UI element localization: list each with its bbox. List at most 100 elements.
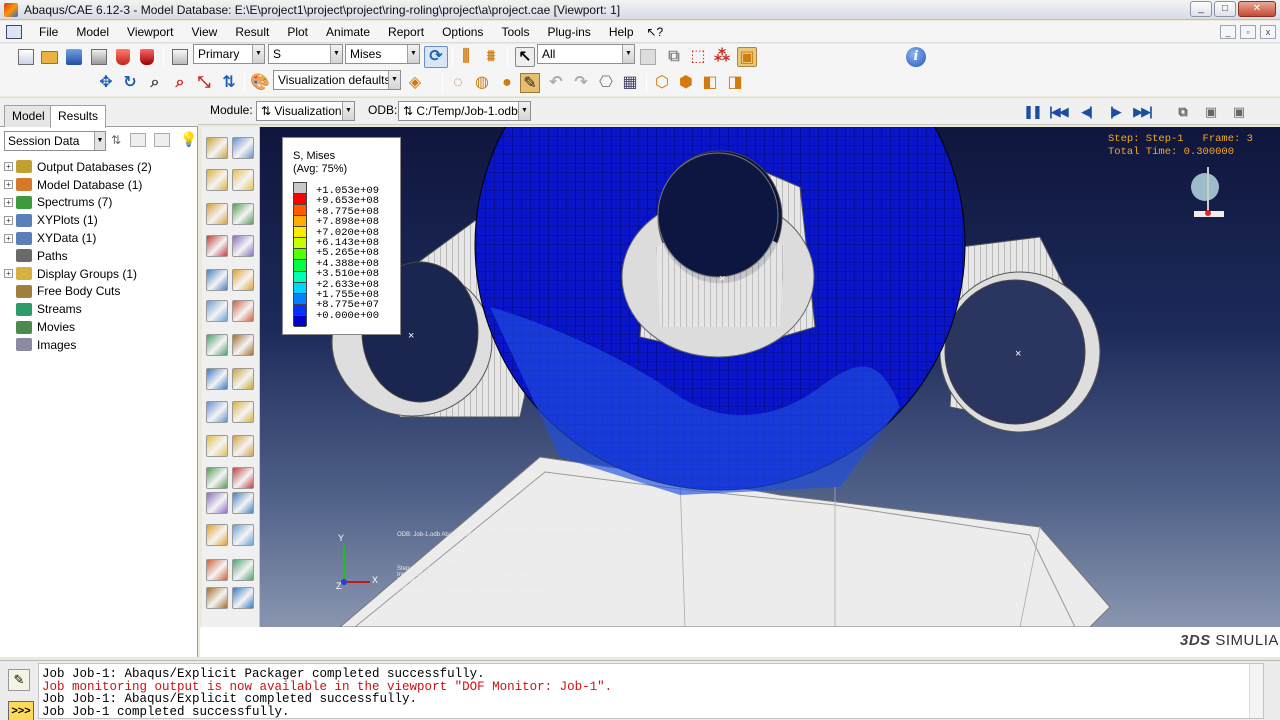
message-log[interactable]: Job Job-1: Abaqus/Explicit Packager comp… [38, 663, 1264, 719]
toolbox-tool-icon[interactable] [206, 203, 228, 225]
minimize-button[interactable]: _ [1190, 1, 1212, 17]
session-data-select[interactable]: Session Data ▼ [4, 131, 106, 151]
toolbox-tool-icon[interactable] [232, 300, 254, 322]
toolbox-tool-icon[interactable] [232, 401, 254, 423]
selection-filter-select[interactable]: All ▼ [537, 44, 635, 64]
abaqus-app-icon[interactable] [4, 2, 18, 17]
camera-icon[interactable]: ⎔ [596, 73, 616, 93]
variable-select[interactable]: S ▼ [268, 44, 343, 64]
menu-report[interactable]: Report [379, 25, 433, 39]
tree-item[interactable]: Images [4, 336, 194, 354]
field-output-icon[interactable] [170, 47, 190, 67]
open-folder-icon[interactable] [40, 47, 60, 67]
node-select-icon[interactable]: ⁂ [712, 47, 732, 67]
mdi-minimize-button[interactable]: _ [1220, 25, 1236, 39]
chevron-down-icon[interactable]: ▼ [407, 45, 419, 63]
box-select-icon[interactable]: ⬚ [688, 47, 708, 67]
selection-options-icon[interactable] [638, 47, 658, 67]
tree-item[interactable]: + Spectrums (7) [4, 194, 194, 212]
box-tool-icon[interactable]: ▣ [737, 47, 757, 67]
tab-model[interactable]: Model [4, 105, 53, 127]
toolbox-tool-icon[interactable] [206, 559, 228, 581]
print-icon[interactable] [89, 47, 109, 67]
odb-select[interactable]: ⇅ C:/Temp/Job-1.odb ▼ [398, 101, 531, 121]
display-group-icon[interactable]: ⧉ [664, 47, 684, 67]
box-zoom-icon[interactable]: ⌕ [170, 73, 190, 93]
toolbox-tool-icon[interactable] [232, 334, 254, 356]
toolbox-tool-icon[interactable] [206, 269, 228, 291]
mdi-close-button[interactable]: x [1260, 25, 1276, 39]
tree-item[interactable]: Paths [4, 247, 194, 265]
toolbox-tool-icon[interactable] [206, 467, 228, 489]
toolbox-tool-icon[interactable] [206, 587, 228, 609]
toolbox-tool-icon[interactable] [206, 401, 228, 423]
export-image-icon[interactable] [113, 47, 133, 67]
chevron-down-icon[interactable]: ▼ [388, 71, 400, 89]
toolbox-tool-icon[interactable] [206, 368, 228, 390]
toolbox-tool-icon[interactable] [206, 235, 228, 257]
side-view-icon[interactable]: ◨ [725, 73, 745, 93]
expand-icon[interactable]: + [4, 215, 13, 225]
toolbox-tool-icon[interactable] [232, 235, 254, 257]
menu-plug-ins[interactable]: Plug-ins [538, 25, 599, 39]
top-view-icon[interactable]: ◧ [700, 73, 720, 93]
mdi-restore-button[interactable]: ▫ [1240, 25, 1256, 39]
last-frame-icon[interactable]: ▶▶| [1132, 102, 1153, 122]
kernel-cli-tab-button[interactable]: >>> [8, 701, 34, 720]
tree-item[interactable]: + Display Groups (1) [4, 265, 194, 283]
shaded-icon[interactable]: ● [497, 73, 517, 93]
rotate-icon[interactable]: ↻ [120, 73, 140, 93]
menu-help[interactable]: Help [600, 25, 643, 39]
wireframe-icon[interactable]: ◌ [448, 73, 468, 93]
next-frame-icon[interactable]: |▶ [1105, 102, 1125, 122]
toolbox-tool-icon[interactable] [232, 137, 254, 159]
maximize-button[interactable]: □ [1214, 1, 1236, 17]
toolbox-tool-icon[interactable] [232, 587, 254, 609]
expand-icon[interactable]: + [4, 269, 13, 279]
info-icon[interactable]: i [906, 47, 926, 67]
step-frame-selector-icon[interactable]: ⩩ [481, 47, 501, 67]
toolbox-tool-icon[interactable] [232, 492, 254, 514]
tree-item[interactable]: + Model Database (1) [4, 176, 194, 194]
message-area-tab-icon[interactable]: ✎ [8, 669, 30, 691]
menu-animate[interactable]: Animate [317, 25, 379, 39]
menu-model[interactable]: Model [67, 25, 118, 39]
expand-icon[interactable]: + [4, 180, 13, 190]
menu-result[interactable]: Result [226, 25, 278, 39]
expand-icon[interactable]: + [4, 162, 13, 172]
menu-file[interactable]: File [30, 25, 67, 39]
lightbulb-icon[interactable]: 💡 [180, 131, 197, 148]
sort-arrows-icon[interactable]: ⇅ [111, 133, 121, 147]
toolbox-tool-icon[interactable] [206, 300, 228, 322]
tree-item[interactable]: Free Body Cuts [4, 283, 194, 301]
tab-results[interactable]: Results [50, 105, 107, 128]
filter-tree-icon[interactable] [154, 133, 170, 147]
close-button[interactable]: ✕ [1238, 1, 1276, 17]
visualization-defaults-select[interactable]: Visualization defaults ▼ [273, 70, 401, 90]
toolbox-tool-icon[interactable] [206, 169, 228, 191]
query-icon[interactable]: ✎ [520, 73, 540, 93]
movie-camera-icon[interactable]: ▣ [1228, 102, 1248, 122]
toolbox-tool-icon[interactable] [232, 559, 254, 581]
menu-view[interactable]: View [183, 25, 227, 39]
primary-select[interactable]: Primary ▼ [193, 44, 265, 64]
undo-view-icon[interactable]: ↶ [546, 73, 566, 93]
cycle-views-icon[interactable]: ⇅ [219, 73, 239, 93]
menu-tools[interactable]: Tools [492, 25, 538, 39]
front-view-icon[interactable]: ⬢ [676, 73, 696, 93]
record-camera-icon[interactable]: ▣ [1200, 102, 1220, 122]
hidden-line-icon[interactable]: ◍ [472, 73, 492, 93]
toolbox-tool-icon[interactable] [232, 269, 254, 291]
toolbox-tool-icon[interactable] [232, 435, 254, 457]
pan-icon[interactable]: ✥ [96, 73, 116, 93]
toolbox-tool-icon[interactable] [206, 524, 228, 546]
tree-item[interactable]: Movies [4, 318, 194, 336]
expand-icon[interactable]: + [4, 197, 13, 207]
tree-item[interactable]: + Output Databases (2) [4, 158, 194, 176]
chevron-down-icon[interactable]: ▼ [94, 132, 105, 150]
toolbox-tool-icon[interactable] [206, 334, 228, 356]
iso-view-icon[interactable]: ⬡ [652, 73, 672, 93]
chevron-down-icon[interactable]: ▼ [330, 45, 342, 63]
redo-view-icon[interactable]: ↷ [571, 73, 591, 93]
toolbox-tool-icon[interactable] [206, 137, 228, 159]
